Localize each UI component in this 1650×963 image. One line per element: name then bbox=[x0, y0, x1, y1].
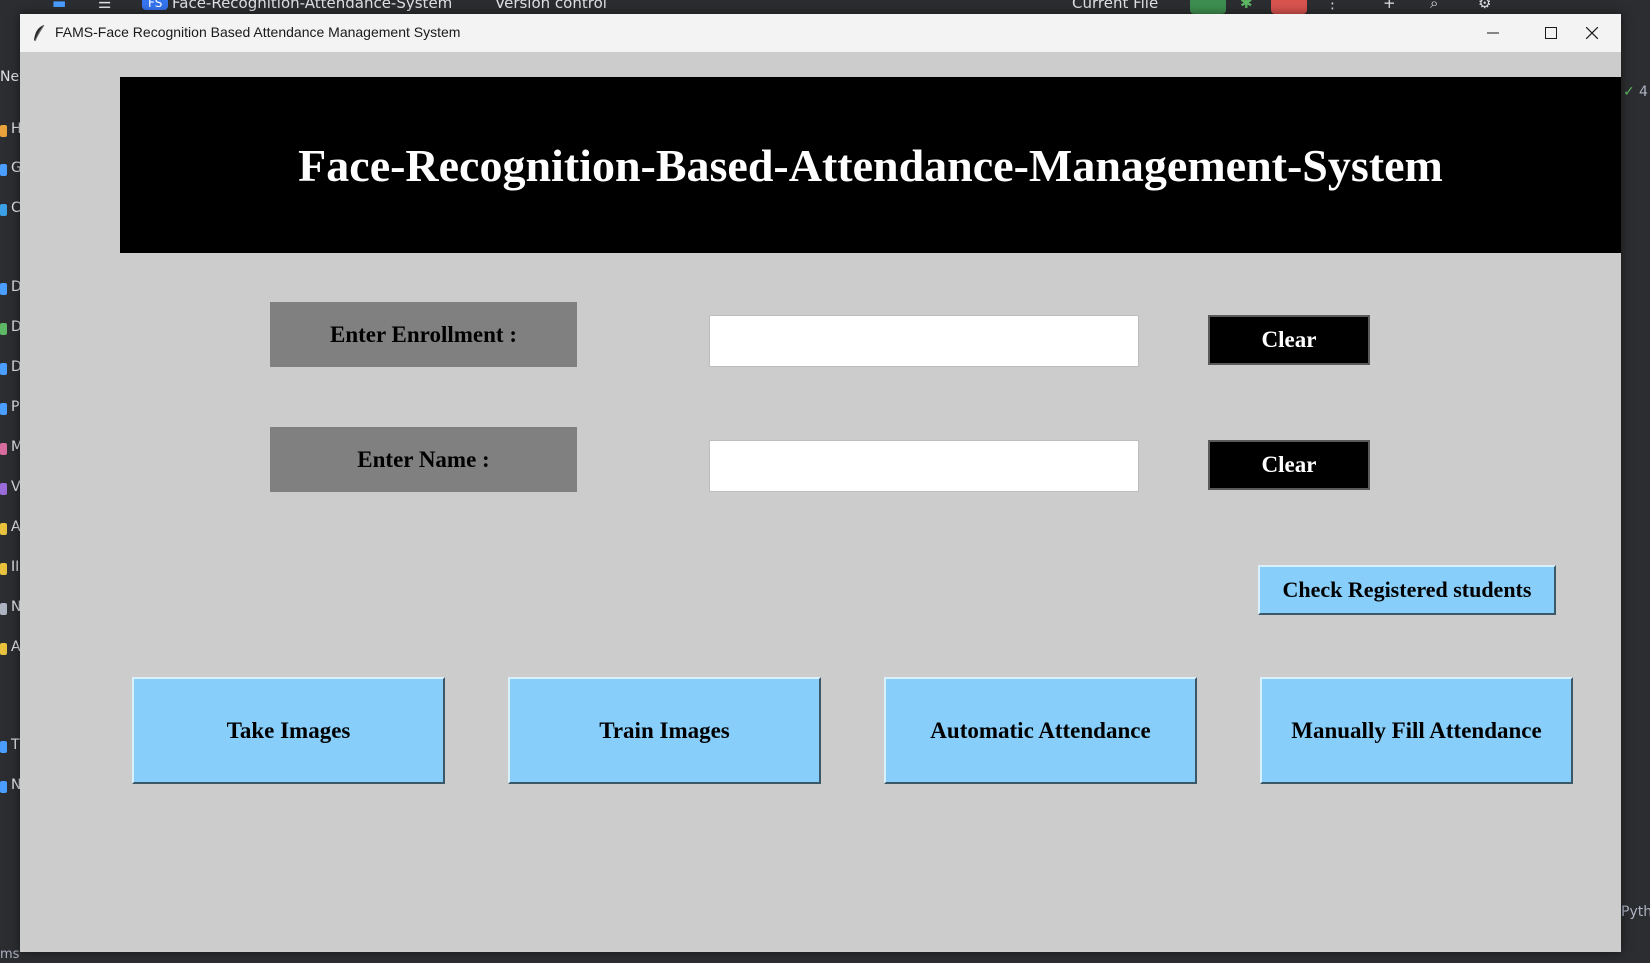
ide-tree-item[interactable]: N bbox=[11, 599, 20, 615]
ide-tree-item[interactable]: II bbox=[11, 559, 19, 575]
run-button[interactable] bbox=[1190, 0, 1226, 14]
window-title: FAMS-Face Recognition Based Attendance M… bbox=[55, 24, 461, 40]
enrollment-label: Enter Enrollment : bbox=[270, 302, 577, 367]
app-window: FAMS-Face Recognition Based Attendance M… bbox=[20, 14, 1621, 952]
ide-tree-item[interactable]: D bbox=[11, 319, 20, 335]
stop-button[interactable] bbox=[1271, 0, 1307, 14]
folder-icon bbox=[0, 125, 7, 137]
settings-icon[interactable]: ⚙ bbox=[1478, 0, 1491, 12]
automatic-attendance-button[interactable]: Automatic Attendance bbox=[884, 677, 1197, 784]
add-user-icon[interactable]: + bbox=[1383, 0, 1396, 12]
ide-tree-item[interactable]: C bbox=[11, 200, 20, 216]
ide-project-title[interactable]: Face-Recognition-Attendance-System bbox=[172, 0, 452, 12]
ide-tree-item[interactable]: V bbox=[11, 479, 20, 495]
file-icon bbox=[0, 603, 7, 615]
file-icon bbox=[0, 403, 7, 415]
file-icon bbox=[0, 741, 7, 753]
project-badge: FS bbox=[142, 0, 169, 10]
debug-icon[interactable]: ✱ bbox=[1240, 0, 1253, 12]
clear-enrollment-button[interactable]: Clear bbox=[1208, 315, 1370, 365]
chart-icon bbox=[0, 323, 7, 335]
folder-icon bbox=[0, 563, 7, 575]
ide-interpreter-label[interactable]: Pyth bbox=[1621, 904, 1650, 920]
title-bar[interactable]: FAMS-Face Recognition Based Attendance M… bbox=[20, 14, 1621, 52]
file-icon bbox=[0, 363, 7, 375]
ide-tree-item[interactable]: A bbox=[11, 639, 20, 655]
more-icon[interactable]: ⋮ bbox=[1325, 0, 1340, 12]
file-icon bbox=[0, 164, 7, 176]
train-images-button[interactable]: Train Images bbox=[508, 677, 821, 784]
app-header-banner: Face-Recognition-Based-Attendance-Manage… bbox=[120, 77, 1621, 253]
ide-right-gutter: ✓ 4 Pyth bbox=[1621, 14, 1650, 963]
ide-vcs-label[interactable]: Version control bbox=[495, 0, 607, 12]
maximize-icon bbox=[1545, 27, 1557, 39]
feather-icon bbox=[34, 24, 45, 42]
close-icon bbox=[1586, 27, 1598, 39]
ide-status-text: ms bbox=[0, 950, 20, 962]
file-icon bbox=[0, 443, 7, 455]
check-icon: ✓ bbox=[1623, 84, 1635, 100]
ide-tree-item[interactable]: D bbox=[11, 359, 20, 375]
enrollment-input[interactable] bbox=[709, 315, 1139, 367]
name-label: Enter Name : bbox=[270, 427, 577, 492]
minimize-icon bbox=[1487, 32, 1499, 34]
name-input[interactable] bbox=[709, 440, 1139, 492]
check-registered-students-button[interactable]: Check Registered students bbox=[1258, 565, 1556, 615]
ide-menu-icon[interactable]: ☰ bbox=[98, 0, 111, 12]
take-images-button[interactable]: Take Images bbox=[132, 677, 445, 784]
clear-name-button[interactable]: Clear bbox=[1208, 440, 1370, 490]
ide-tree-item[interactable]: G bbox=[11, 160, 20, 176]
ide-tree-item[interactable]: A bbox=[11, 519, 20, 535]
ide-logo-icon: ▬ bbox=[52, 0, 67, 12]
inspection-count[interactable]: 4 bbox=[1639, 84, 1648, 100]
ide-run-config[interactable]: Current File bbox=[1072, 0, 1158, 12]
ide-top-bar: ▬ ☰ FS Face-Recognition-Attendance-Syste… bbox=[0, 0, 1650, 14]
ide-tree-item[interactable]: N bbox=[11, 777, 20, 793]
ide-tree-item[interactable]: H bbox=[11, 121, 20, 137]
ide-tree-item[interactable]: M bbox=[11, 439, 20, 455]
ide-tree-item[interactable]: T bbox=[11, 737, 20, 753]
close-button[interactable] bbox=[1563, 14, 1621, 52]
folder-icon bbox=[0, 643, 7, 655]
minimize-button[interactable] bbox=[1464, 14, 1522, 52]
folder-icon bbox=[0, 523, 7, 535]
file-icon bbox=[0, 283, 7, 295]
cloud-icon bbox=[0, 204, 7, 216]
search-icon[interactable]: ⌕ bbox=[1430, 0, 1438, 12]
ide-new-label: New bbox=[0, 69, 20, 85]
ide-tree-item[interactable]: D bbox=[11, 279, 20, 295]
video-icon bbox=[0, 483, 7, 495]
ide-project-panel: New H G C D D D P M V A II N A T N bbox=[0, 14, 20, 963]
file-icon bbox=[0, 781, 7, 793]
manual-attendance-button[interactable]: Manually Fill Attendance bbox=[1260, 677, 1573, 784]
ide-tree-item[interactable]: P bbox=[11, 399, 19, 415]
